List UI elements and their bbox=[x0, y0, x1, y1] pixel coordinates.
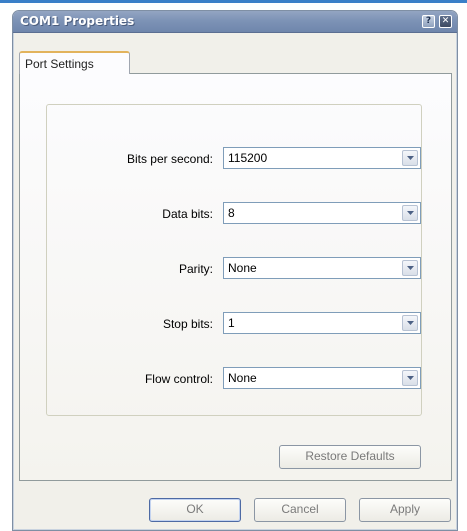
flow-control-select[interactable]: None bbox=[223, 367, 421, 389]
parity-select[interactable]: None bbox=[223, 257, 421, 279]
stop-bits-label: Stop bits: bbox=[162, 317, 213, 331]
dropdown-arrow-icon[interactable] bbox=[402, 315, 418, 331]
restore-defaults-button[interactable]: Restore Defaults bbox=[279, 445, 421, 469]
cancel-button[interactable]: Cancel bbox=[254, 498, 346, 522]
properties-dialog: COM1 Properties ? ✕ Port Settings Bits p… bbox=[12, 10, 458, 531]
settings-group: Bits per second: 115200 Data bits: 8 Par… bbox=[46, 104, 422, 416]
title-bar[interactable]: COM1 Properties ? ✕ bbox=[13, 11, 457, 33]
ok-button[interactable]: OK bbox=[149, 498, 241, 522]
bits-per-second-label: Bits per second: bbox=[126, 152, 213, 166]
stop-bits-value: 1 bbox=[228, 316, 235, 330]
stop-bits-select[interactable]: 1 bbox=[223, 312, 421, 334]
bits-per-second-value: 115200 bbox=[228, 151, 268, 165]
help-button[interactable]: ? bbox=[422, 15, 435, 28]
dropdown-arrow-icon[interactable] bbox=[402, 205, 418, 221]
parity-label: Parity: bbox=[178, 262, 213, 276]
tab-label: Port Settings bbox=[25, 57, 94, 71]
port-settings-panel: Bits per second: 115200 Data bits: 8 Par… bbox=[19, 73, 452, 481]
top-accent-line bbox=[0, 0, 467, 3]
dropdown-arrow-icon[interactable] bbox=[402, 260, 418, 276]
data-bits-label: Data bits: bbox=[162, 207, 213, 221]
apply-button[interactable]: Apply bbox=[359, 498, 451, 522]
dropdown-arrow-icon[interactable] bbox=[402, 150, 418, 166]
parity-value: None bbox=[228, 261, 257, 275]
close-button[interactable]: ✕ bbox=[439, 15, 452, 28]
dropdown-arrow-icon[interactable] bbox=[402, 370, 418, 386]
data-bits-select[interactable]: 8 bbox=[223, 202, 421, 224]
flow-control-value: None bbox=[228, 371, 257, 385]
window-title: COM1 Properties bbox=[20, 14, 135, 28]
flow-control-label: Flow control: bbox=[144, 372, 213, 386]
tab-port-settings[interactable]: Port Settings bbox=[19, 51, 130, 74]
bits-per-second-select[interactable]: 115200 bbox=[223, 147, 421, 169]
data-bits-value: 8 bbox=[228, 206, 235, 220]
